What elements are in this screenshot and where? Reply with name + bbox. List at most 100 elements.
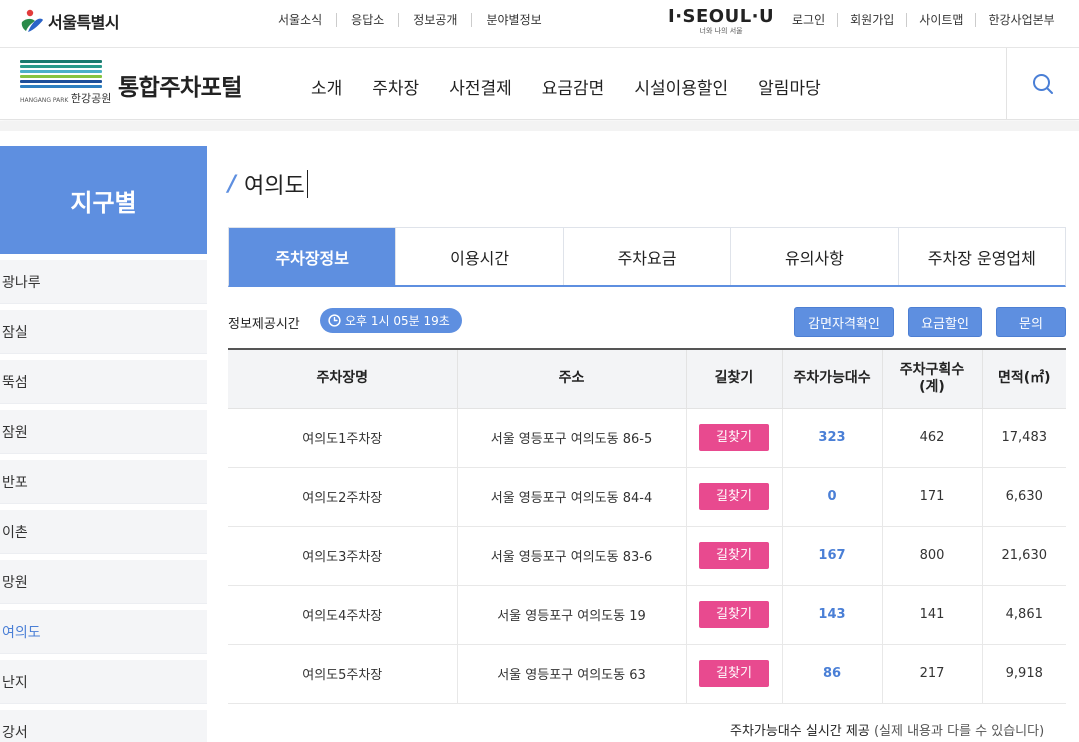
main-nav: 소개 주차장 사전결제 요금감면 시설이용할인 알림마당 <box>296 74 836 99</box>
lot-address: 서울 영등포구 여의도동 83-6 <box>456 526 686 586</box>
lot-area: 9,918 <box>981 644 1066 704</box>
tab-fees[interactable]: 주차요금 <box>562 228 730 285</box>
table-row: 여의도1주차장 서울 영등포구 여의도동 86-5 길찾기 323 462 17… <box>228 408 1066 468</box>
search-button[interactable] <box>1006 48 1079 120</box>
route-cell: 길찾기 <box>685 585 782 645</box>
lot-address: 서울 영등포구 여의도동 19 <box>456 585 686 645</box>
tab-hours[interactable]: 이용시간 <box>395 228 562 285</box>
gov-link-news[interactable]: 서울소식 <box>264 13 336 27</box>
lot-area: 6,630 <box>981 467 1066 527</box>
lot-area: 17,483 <box>981 408 1066 468</box>
sidebar-item-jamsil[interactable]: 잠실 <box>0 310 207 354</box>
page-title: / 여의도 <box>228 168 308 200</box>
route-cell: 길찾기 <box>685 644 782 704</box>
page-title-text: 여의도 <box>244 174 305 199</box>
tab-operator[interactable]: 주차장 운영업체 <box>897 228 1065 285</box>
lot-available: 323 <box>781 408 882 468</box>
route-button[interactable]: 길찾기 <box>699 424 769 451</box>
seoul-logo-text: 서울특별시 <box>48 13 120 32</box>
seoul-city-logo[interactable]: 서울특별시 <box>20 8 120 34</box>
col-header-name: 주차장명 <box>228 349 457 409</box>
gov-link-response[interactable]: 응답소 <box>336 13 398 27</box>
nav-facility-discount[interactable]: 시설이용할인 <box>619 74 743 99</box>
clock-icon <box>328 314 341 327</box>
realtime-footnote: 주차가능대수 실시간 제공 (실제 내용과 다를 수 있습니다) <box>730 720 1044 739</box>
hangang-caption-ko: 한강공원 <box>70 92 112 105</box>
sidebar-item-gwangnaru[interactable]: 광나루 <box>0 260 207 304</box>
text-caret <box>306 170 308 198</box>
fee-discount-button[interactable]: 요금할인 <box>908 307 982 337</box>
lot-address: 서울 영등포구 여의도동 84-4 <box>456 467 686 527</box>
lot-available: 86 <box>781 644 882 704</box>
tab-parking-info[interactable]: 주차장정보 <box>229 228 396 285</box>
sidebar-item-ichon[interactable]: 이촌 <box>0 510 207 554</box>
nav-intro[interactable]: 소개 <box>296 74 357 99</box>
col-header-available: 주차가능대수 <box>781 349 882 409</box>
util-links: 로그인 회원가입 사이트맵 한강사업본부 <box>780 13 1067 27</box>
col-header-area: 면적(㎡) <box>981 349 1066 409</box>
header-divider <box>0 121 1079 131</box>
table-row: 여의도2주차장 서울 영등포구 여의도동 84-4 길찾기 0 171 6,63… <box>228 467 1066 527</box>
col-header-route: 길찾기 <box>685 349 782 409</box>
hangang-stripes-icon <box>20 60 102 88</box>
sidebar-item-banpo[interactable]: 반포 <box>0 460 207 504</box>
lot-available: 143 <box>781 585 882 645</box>
tab-notes[interactable]: 유의사항 <box>730 228 897 285</box>
sidebar-item-mangwon[interactable]: 망원 <box>0 560 207 604</box>
lot-spaces: 800 <box>881 526 982 586</box>
sidebar-item-jamwon[interactable]: 잠원 <box>0 410 207 454</box>
iseoulu-brand-main: I·SEOUL·U <box>668 6 775 27</box>
lot-name: 여의도4주차장 <box>228 585 457 645</box>
gov-link-field-info[interactable]: 분야별정보 <box>471 13 555 27</box>
search-icon <box>1033 74 1053 94</box>
sitemap-link[interactable]: 사이트맵 <box>906 13 975 27</box>
iseoulu-brand-sub: 너와 나의 서울 <box>699 27 743 35</box>
gov-link-disclosure[interactable]: 정보공개 <box>398 13 471 27</box>
nav-notice[interactable]: 알림마당 <box>743 74 836 99</box>
sidebar-item-nanji[interactable]: 난지 <box>0 660 207 704</box>
route-button[interactable]: 길찾기 <box>699 483 769 510</box>
hangang-hq-link[interactable]: 한강사업본부 <box>975 13 1066 27</box>
hangang-park-logo[interactable]: HANGANG PARK 한강공원 <box>20 60 111 108</box>
info-time-value: 오후 1시 05분 19초 <box>345 314 450 328</box>
lot-area: 4,861 <box>981 585 1066 645</box>
seoul-symbol-icon <box>21 9 43 32</box>
lot-available: 0 <box>781 467 882 527</box>
check-eligibility-button[interactable]: 감면자격확인 <box>794 307 894 337</box>
lot-spaces: 141 <box>881 585 982 645</box>
lot-name: 여의도3주차장 <box>228 526 457 586</box>
sidebar-district-list: 광나루 잠실 뚝섬 잠원 반포 이촌 망원 여의도 난지 강서 <box>0 260 207 742</box>
route-button[interactable]: 길찾기 <box>699 601 769 628</box>
nav-prepay[interactable]: 사전결제 <box>434 74 527 99</box>
sidebar-item-ttukseom[interactable]: 뚝섬 <box>0 360 207 404</box>
table-row: 여의도5주차장 서울 영등포구 여의도동 63 길찾기 86 217 9,918 <box>228 644 1066 704</box>
route-button[interactable]: 길찾기 <box>699 542 769 569</box>
iseoulu-brand[interactable]: I·SEOUL·U 너와 나의 서울 <box>668 6 774 36</box>
footnote-disclaimer: (실제 내용과 다를 수 있습니다) <box>873 724 1045 739</box>
nav-fee-reduction[interactable]: 요금감면 <box>527 74 620 99</box>
lot-area: 21,630 <box>981 526 1066 586</box>
lot-name: 여의도2주차장 <box>228 467 457 527</box>
route-cell: 길찾기 <box>685 467 782 527</box>
inquiry-button[interactable]: 문의 <box>996 307 1066 337</box>
lot-name: 여의도1주차장 <box>228 408 457 468</box>
portal-title[interactable]: 통합주차포털 <box>118 68 242 102</box>
signup-link[interactable]: 회원가입 <box>837 13 906 27</box>
lot-name: 여의도5주차장 <box>228 644 457 704</box>
hangang-logo-caption: HANGANG PARK 한강공원 <box>20 90 111 106</box>
info-time-badge: 오후 1시 05분 19초 <box>320 308 462 333</box>
parking-lot-table: 주차장명 주소 길찾기 주차가능대수 주차구획수 (계) 면적(㎡) 여의도1주… <box>228 348 1066 704</box>
nav-parking[interactable]: 주차장 <box>357 74 434 99</box>
col-header-address: 주소 <box>456 349 686 409</box>
site-header: HANGANG PARK 한강공원 통합주차포털 소개 주차장 사전결제 요금감… <box>0 48 1079 120</box>
sidebar-item-yeouido[interactable]: 여의도 <box>0 610 207 654</box>
lot-address: 서울 영등포구 여의도동 63 <box>456 644 686 704</box>
col-header-spaces: 주차구획수 (계) <box>881 349 982 409</box>
heading-slash-icon: / <box>228 171 237 197</box>
route-cell: 길찾기 <box>685 526 782 586</box>
route-button[interactable]: 길찾기 <box>699 660 769 687</box>
login-link[interactable]: 로그인 <box>780 13 837 27</box>
info-time-label: 정보제공시간 <box>228 317 300 332</box>
lot-spaces: 217 <box>881 644 982 704</box>
sidebar-item-gangseo[interactable]: 강서 <box>0 710 207 742</box>
